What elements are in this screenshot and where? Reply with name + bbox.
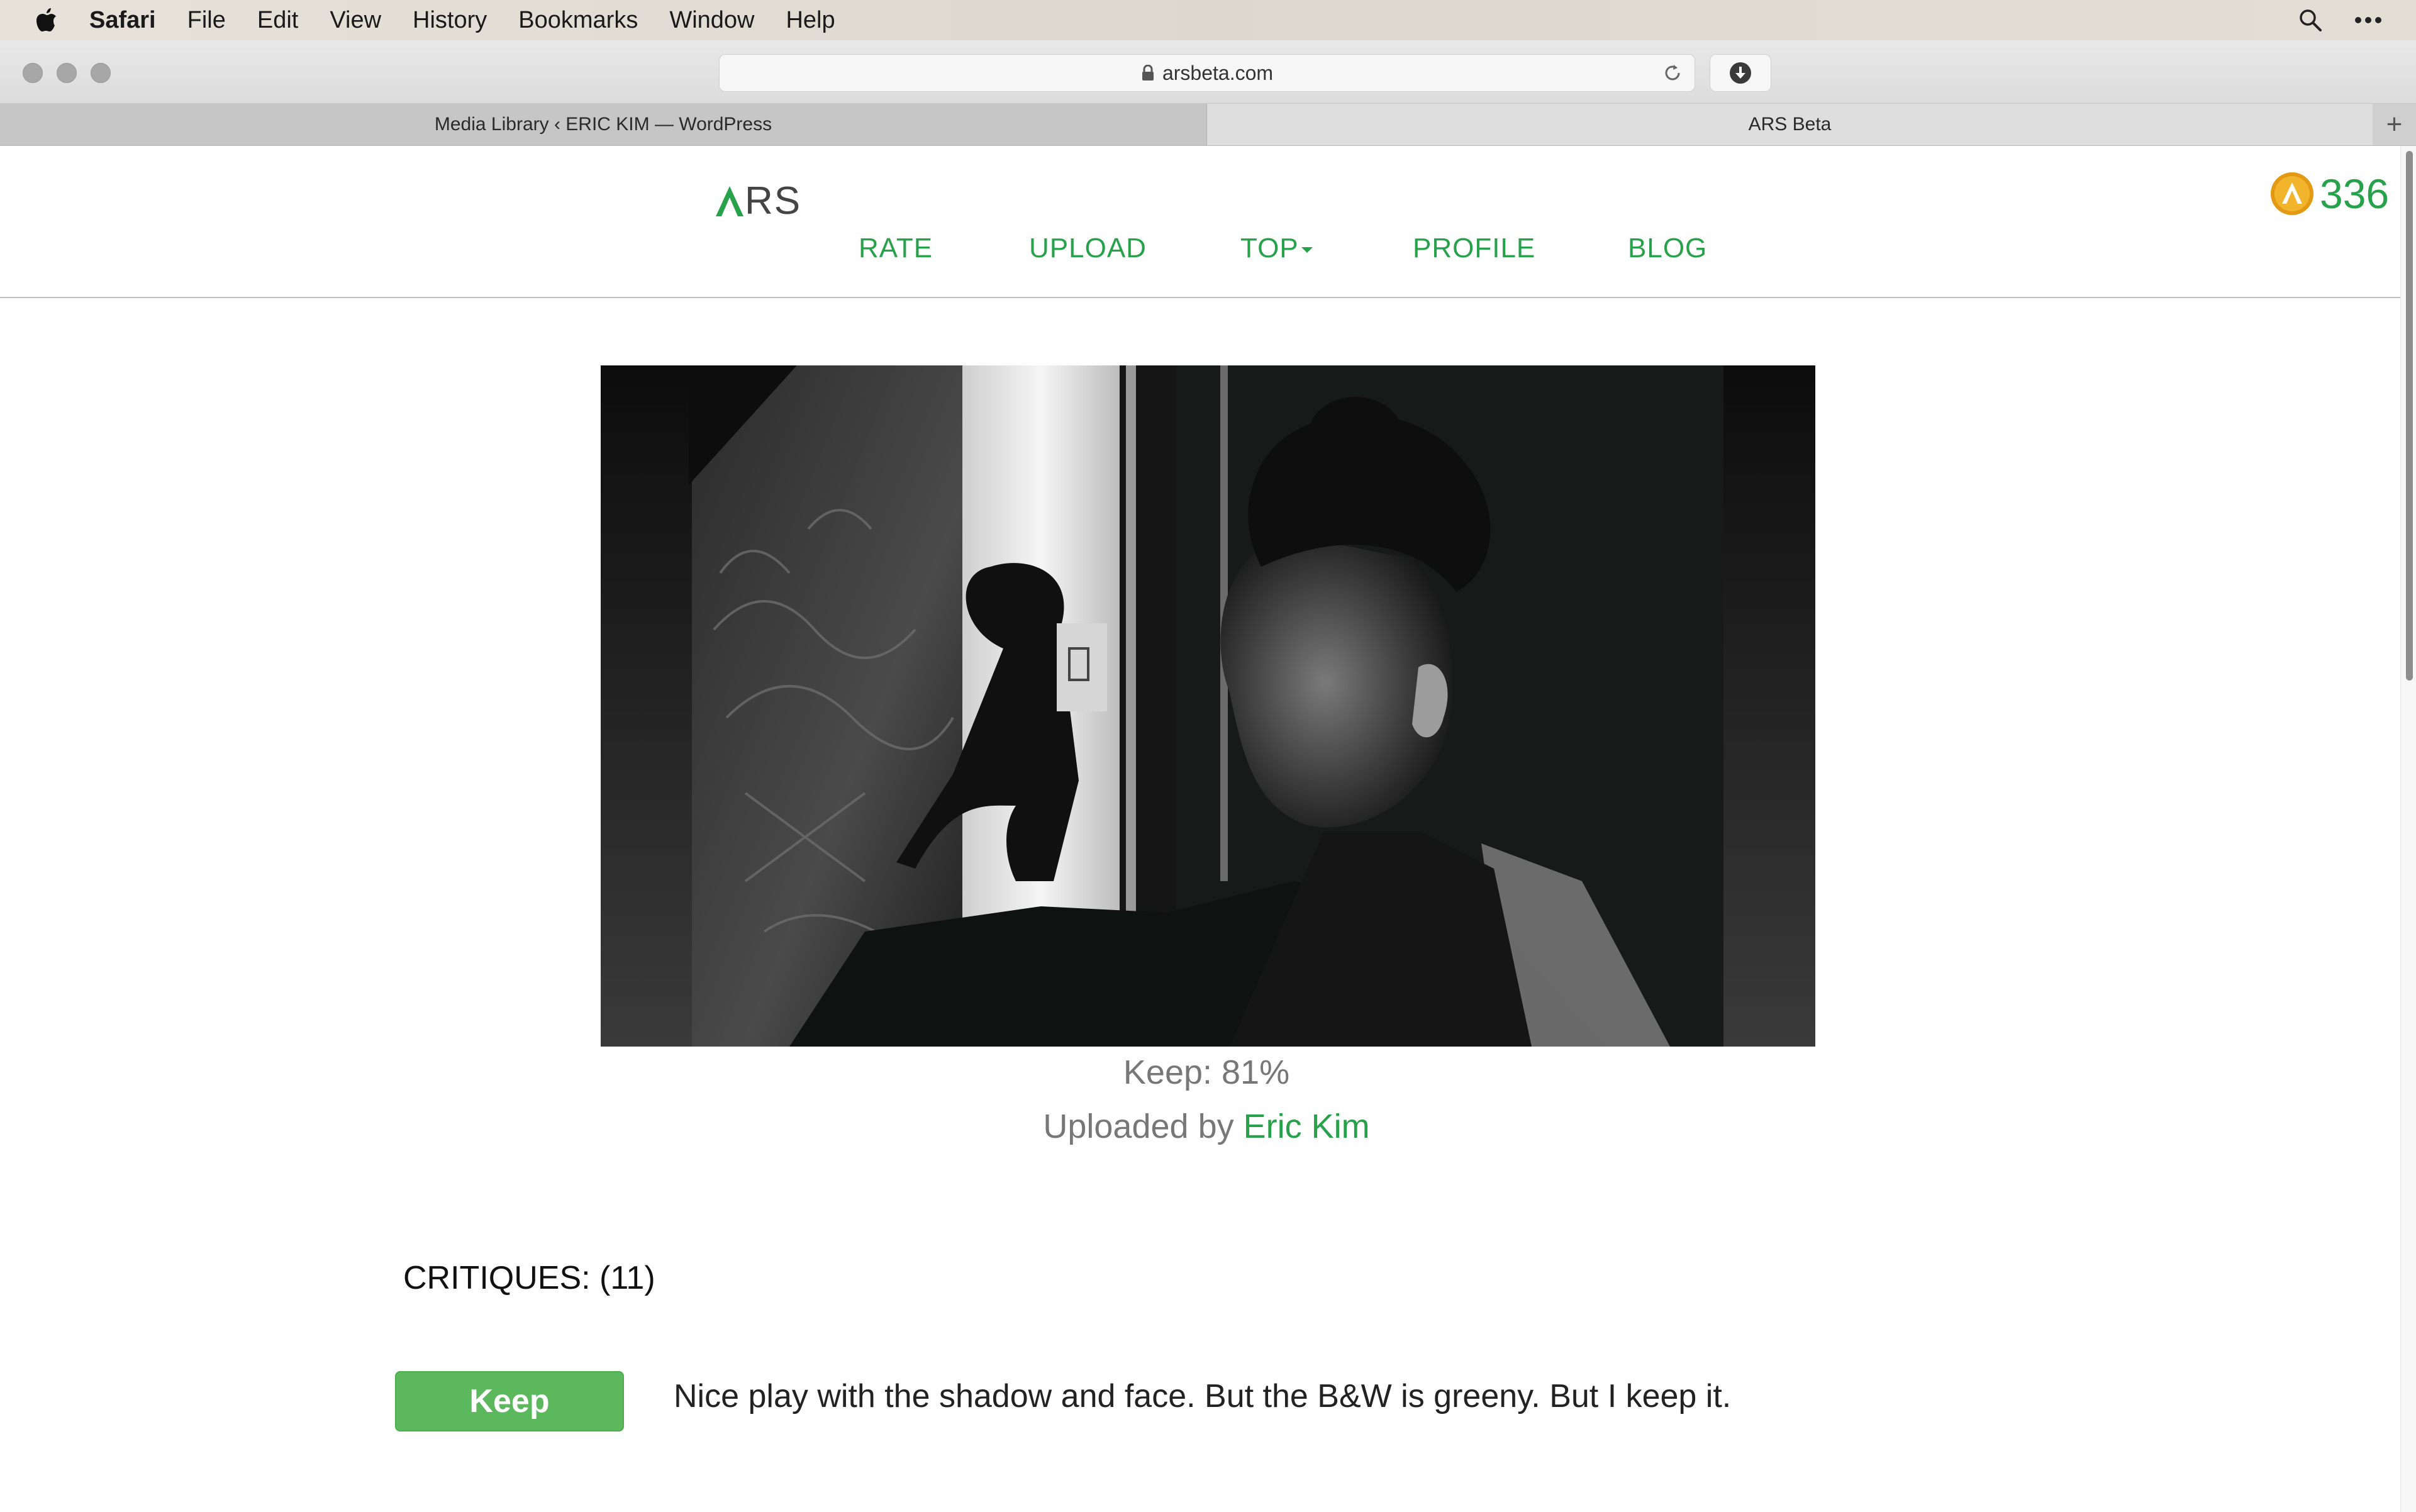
- menu-file[interactable]: File: [187, 7, 226, 34]
- nav-upload[interactable]: UPLOAD: [1029, 233, 1147, 264]
- tab-title: Media Library ‹ ERIC KIM — WordPress: [434, 114, 772, 135]
- menu-view[interactable]: View: [330, 7, 381, 34]
- tab-media-library[interactable]: Media Library ‹ ERIC KIM — WordPress: [0, 104, 1207, 145]
- critique-text: Nice play with the shadow and face. But …: [674, 1378, 1732, 1415]
- url-text: arsbeta.com: [1162, 61, 1274, 84]
- tab-ars-beta[interactable]: ARS Beta: [1207, 104, 2373, 145]
- nav-blog[interactable]: BLOG: [1628, 233, 1707, 264]
- menu-history[interactable]: History: [413, 7, 487, 34]
- author-link[interactable]: Eric Kim: [1244, 1108, 1370, 1145]
- close-window-button[interactable]: [23, 63, 43, 83]
- new-tab-button[interactable]: +: [2373, 104, 2416, 145]
- tab-bar: Media Library ‹ ERIC KIM — WordPress ARS…: [0, 104, 2416, 146]
- critique-verdict-keep[interactable]: Keep: [395, 1371, 624, 1431]
- tab-title: ARS Beta: [1748, 114, 1832, 135]
- site-header: RS RATE UPLOAD TOP PROFILE BLOG 336: [0, 146, 2400, 298]
- zoom-window-button[interactable]: [91, 63, 111, 83]
- keep-percentage: Keep: 81%: [1123, 1053, 1290, 1091]
- nav-profile[interactable]: PROFILE: [1413, 233, 1535, 264]
- menu-bookmarks[interactable]: Bookmarks: [518, 7, 638, 34]
- nav-rate[interactable]: RATE: [859, 233, 933, 264]
- uploaded-by-label: Uploaded by: [1043, 1108, 1234, 1145]
- menu-window[interactable]: Window: [669, 7, 754, 34]
- scrollbar[interactable]: [2400, 146, 2416, 1512]
- logo-text: RS: [745, 179, 802, 223]
- nav-top-dropdown[interactable]: TOP: [1240, 233, 1313, 264]
- address-bar[interactable]: arsbeta.com: [719, 54, 1695, 92]
- critiques-heading: CRITIQUES: (11): [403, 1260, 655, 1296]
- menu-help[interactable]: Help: [786, 7, 835, 34]
- spotlight-search-icon[interactable]: [2298, 8, 2323, 33]
- points-display[interactable]: 336: [2269, 170, 2389, 218]
- browser-toolbar: arsbeta.com: [0, 40, 2416, 104]
- more-menu-icon[interactable]: [2354, 16, 2382, 24]
- menu-safari[interactable]: Safari: [89, 7, 156, 34]
- menu-bar: Safari File Edit View History Bookmarks …: [0, 0, 2416, 41]
- minimize-window-button[interactable]: [57, 63, 77, 83]
- nav-top-label: TOP: [1240, 233, 1299, 264]
- uploaded-by: Uploaded by Eric Kim: [0, 1107, 2400, 1146]
- download-icon: [1730, 62, 1751, 84]
- lock-icon: [1142, 65, 1154, 81]
- downloads-button[interactable]: [1710, 54, 1771, 92]
- ars-logo-mark-icon: [716, 186, 743, 216]
- apple-icon[interactable]: [35, 6, 58, 34]
- caret-down-icon: [1301, 247, 1313, 253]
- scrollbar-thumb[interactable]: [2406, 151, 2413, 681]
- menu-edit[interactable]: Edit: [257, 7, 298, 34]
- ars-logo[interactable]: RS: [716, 179, 801, 223]
- web-content: RS RATE UPLOAD TOP PROFILE BLOG 336 Keep…: [0, 146, 2400, 1512]
- photo[interactable]: [601, 365, 1815, 1047]
- points-count: 336: [2320, 170, 2390, 217]
- main-nav: RATE UPLOAD TOP PROFILE BLOG: [0, 233, 2400, 277]
- ars-coin-icon: [2271, 172, 2313, 215]
- reload-icon[interactable]: [1662, 62, 1683, 84]
